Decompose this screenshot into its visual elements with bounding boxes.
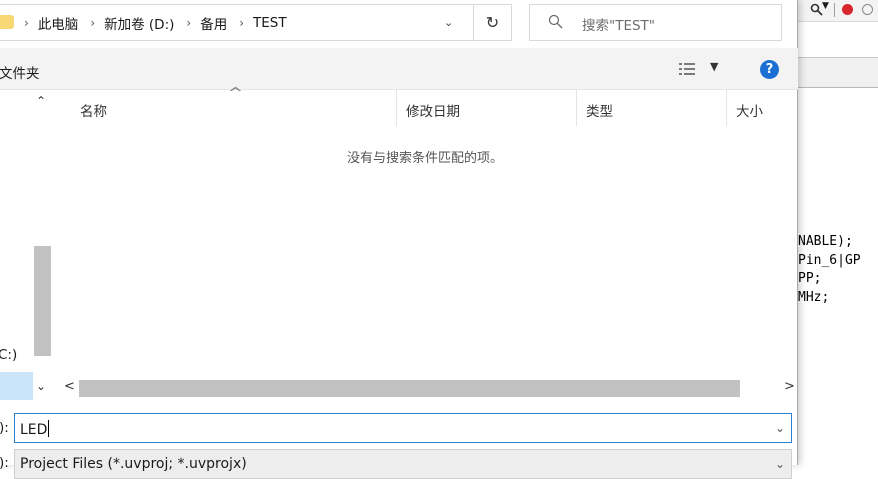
refresh-button[interactable]: ↻ xyxy=(474,4,512,41)
search-placeholder: 搜索"TEST" xyxy=(582,18,656,34)
ide-toolbar: ▼ xyxy=(798,0,878,22)
folder-icon xyxy=(0,15,14,29)
filename-label: ): xyxy=(0,420,9,436)
horizontal-scrollbar[interactable]: < > xyxy=(52,379,798,398)
nav-selected-item[interactable] xyxy=(0,372,33,400)
scroll-up-icon[interactable]: ⌃ xyxy=(36,94,46,108)
column-header-type[interactable]: 类型 xyxy=(586,100,613,120)
empty-results-message: 没有与搜索条件匹配的项。 xyxy=(346,151,503,166)
ide-tab-strip xyxy=(798,22,878,58)
view-dropdown-icon[interactable]: ▼ xyxy=(710,60,718,73)
filetype-label: ): xyxy=(0,455,9,471)
chevron-right-icon[interactable]: › xyxy=(186,16,191,30)
ide-tab-strip-2 xyxy=(798,58,878,88)
toolbar-divider xyxy=(834,3,835,17)
filetype-value: Project Files (*.uvproj; *.uvprojx) xyxy=(20,456,247,472)
search-input[interactable]: 搜索"TEST" xyxy=(529,4,782,41)
text-cursor xyxy=(48,420,50,437)
chevron-right-icon[interactable]: › xyxy=(90,16,95,30)
breadcrumb-drive-d[interactable]: 新加卷 (D:) xyxy=(104,13,174,33)
file-dialog: › 此电脑 › 新加卷 (D:) › 备用 › TEST ⌄ ↻ 搜索"TEST… xyxy=(0,0,798,479)
breadcrumb-backup[interactable]: 备用 xyxy=(200,13,227,33)
refresh-icon: ↻ xyxy=(485,13,500,32)
chevron-down-icon[interactable]: ⌄ xyxy=(444,16,453,29)
horizontal-scroll-thumb[interactable] xyxy=(79,380,740,397)
code-line: MHz; xyxy=(798,289,830,305)
new-folder-button[interactable]: 文件夹 xyxy=(0,62,40,82)
command-bar: 文件夹 ▼ ? xyxy=(0,48,798,90)
file-list: ^ 名称 修改日期 类型 大小 没有与搜索条件匹配的项。 < > xyxy=(52,86,798,398)
code-line: Pin_6|GP xyxy=(798,252,861,268)
filename-value: LED xyxy=(20,420,50,438)
column-header-name[interactable]: 名称 xyxy=(80,100,107,120)
column-header-size[interactable]: 大小 xyxy=(736,100,763,120)
breadcrumb-test[interactable]: TEST xyxy=(253,15,287,31)
chevron-down-icon[interactable]: ⌄ xyxy=(775,421,785,435)
help-icon[interactable]: ? xyxy=(760,60,779,79)
column-divider[interactable] xyxy=(396,90,397,126)
chevron-down-icon[interactable]: ⌄ xyxy=(775,457,785,471)
code-line: PP; xyxy=(798,271,822,286)
column-divider[interactable] xyxy=(726,90,727,126)
nav-item-drive-c[interactable]: C:) xyxy=(0,347,17,363)
column-header-modified[interactable]: 修改日期 xyxy=(406,100,460,120)
view-options-icon[interactable] xyxy=(679,63,695,76)
address-bar[interactable]: › 此电脑 › 新加卷 (D:) › 备用 › TEST ⌄ xyxy=(0,4,474,41)
nav-scroll-thumb[interactable] xyxy=(34,246,51,356)
scroll-left-icon[interactable]: < xyxy=(64,379,75,394)
code-line: NABLE); xyxy=(798,234,853,249)
filename-field[interactable]: LED ⌄ xyxy=(14,413,792,443)
navigation-pane: ⌃ C:) ⌄ xyxy=(0,90,52,400)
chevron-right-icon[interactable]: › xyxy=(239,16,244,30)
filetype-select[interactable]: Project Files (*.uvproj; *.uvprojx) ⌄ xyxy=(14,449,792,479)
breadcrumb-this-pc[interactable]: 此电脑 xyxy=(38,13,79,33)
search-icon xyxy=(548,14,563,29)
breakpoint-icon[interactable] xyxy=(842,4,853,15)
background-ide-window: ▼ NABLE); Pin_6|GP PP; MHz; xyxy=(798,0,878,465)
chevron-right-icon: › xyxy=(24,15,29,30)
scroll-down-icon[interactable]: ⌄ xyxy=(36,379,46,393)
sort-ascending-icon: ^ xyxy=(227,86,244,101)
breadcrumb: › 此电脑 › 新加卷 (D:) › 备用 › TEST xyxy=(24,5,299,40)
code-editor-text: NABLE); Pin_6|GP PP; MHz; xyxy=(798,233,861,307)
column-divider[interactable] xyxy=(576,90,577,126)
circle-icon[interactable] xyxy=(862,4,873,15)
scroll-right-icon[interactable]: > xyxy=(784,379,795,394)
